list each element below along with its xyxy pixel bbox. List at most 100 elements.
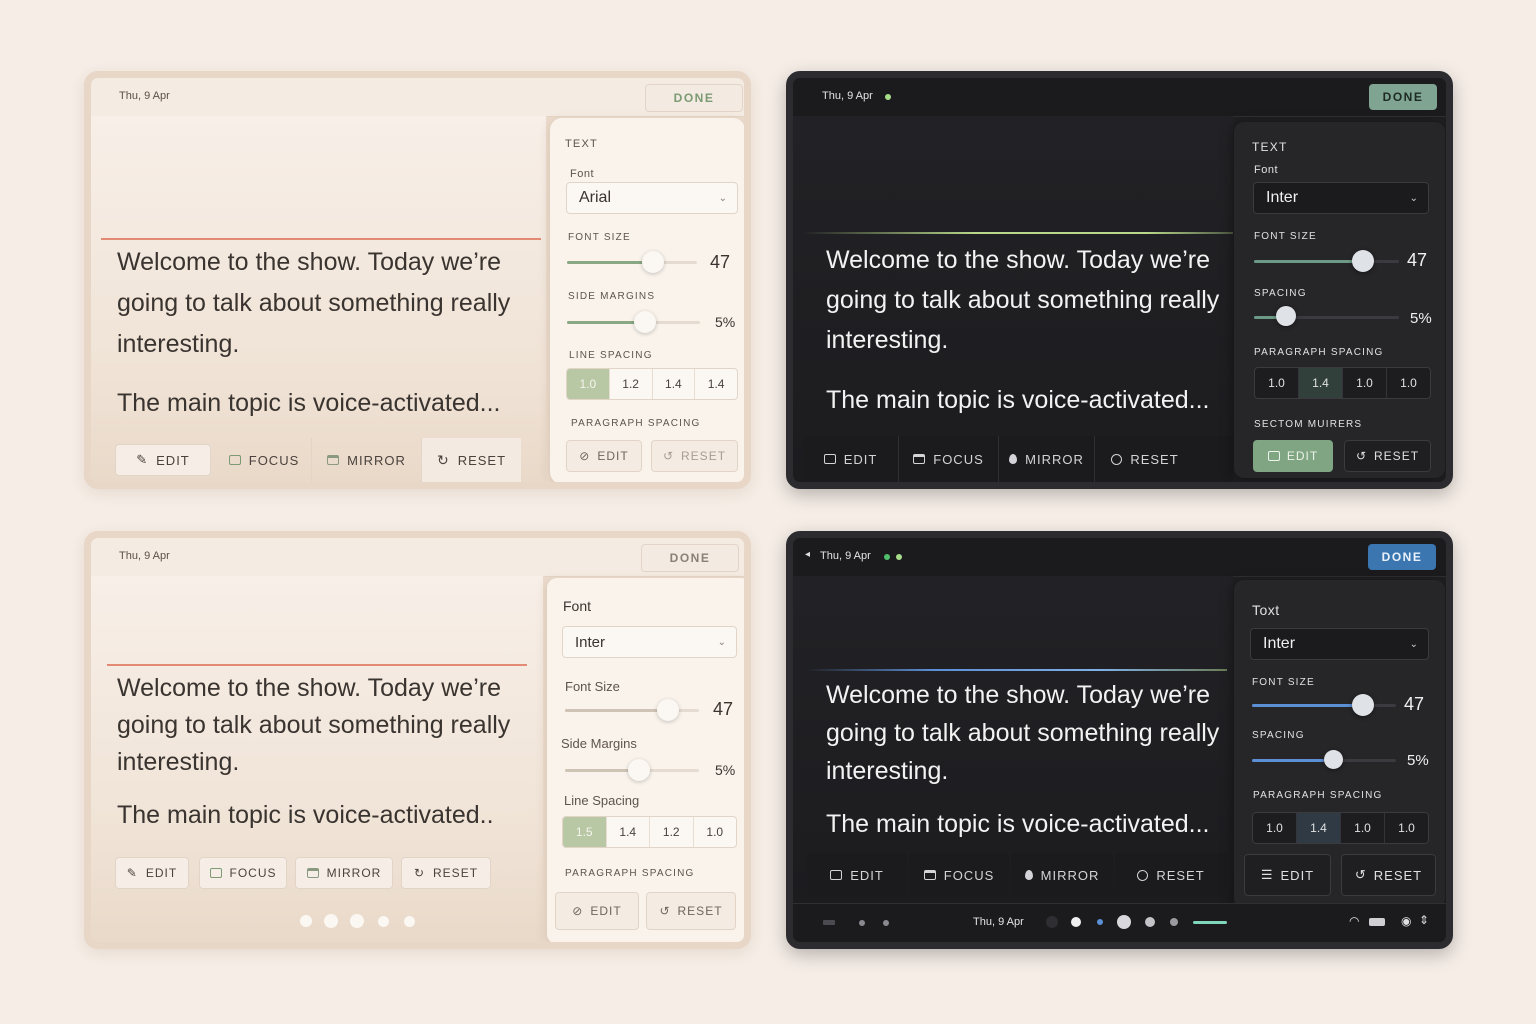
line-spacing-segmented[interactable]: 1.5 1.4 1.2 1.0 — [562, 816, 737, 848]
line-spacing-option[interactable]: 1.2 — [649, 817, 693, 847]
paragraph-spacing-label: PARAGRAPH SPACING — [571, 418, 701, 429]
paragraph-spacing-option[interactable]: 1.0 — [1253, 813, 1296, 843]
font-select[interactable]: Inter ⌄ — [1250, 628, 1429, 660]
line-spacing-option[interactable]: 1.4 — [651, 369, 695, 399]
page-dot[interactable] — [1117, 915, 1131, 929]
edit-button[interactable]: EDIT — [807, 853, 907, 897]
paragraph-spacing-option[interactable]: 1.0 — [1384, 813, 1428, 843]
top-bar: Thu, 9 Apr DONE — [793, 78, 1446, 117]
mirror-button[interactable]: MIRROR — [311, 438, 421, 482]
paragraph-spacing-option[interactable]: 1.4 — [1296, 813, 1340, 843]
paragraph-spacing-option[interactable]: 1.0 — [1386, 368, 1430, 398]
paragraph-spacing-option[interactable]: 1.0 — [1340, 813, 1384, 843]
done-button[interactable]: DONE — [1368, 544, 1436, 570]
line-spacing-option[interactable]: 1.0 — [567, 369, 609, 399]
more-icon[interactable]: ⇕ — [1419, 913, 1429, 927]
font-select[interactable]: Inter ⌄ — [562, 626, 737, 658]
page-dot[interactable] — [300, 915, 312, 927]
line-spacing-option[interactable]: 1.0 — [692, 817, 737, 847]
focus-button[interactable]: FOCUS — [217, 438, 311, 482]
panel-reset-button[interactable]: ↺ RESET — [1344, 440, 1431, 472]
script-stage: Welcome to the show. Today we’re going t… — [91, 116, 546, 482]
page-dot[interactable] — [883, 920, 889, 926]
page-dot[interactable] — [1071, 917, 1081, 927]
reset-label: RESET — [1156, 867, 1205, 883]
edit-button[interactable]: EDIT — [803, 436, 899, 482]
page-dot[interactable] — [1046, 916, 1058, 928]
teleprompter-panel-dark-2: ◂ Thu, 9 Apr DONE Welcome to the show. T… — [786, 531, 1453, 949]
font-size-label: Font Size — [565, 679, 620, 694]
panel-edit-button[interactable]: EDIT — [1253, 440, 1333, 472]
font-label: Font — [570, 168, 595, 180]
focus-button[interactable]: FOCUS — [899, 436, 999, 482]
panel-reset-button[interactable]: ↺ RESET — [1341, 854, 1436, 896]
reset-button[interactable]: RESET — [1095, 436, 1195, 482]
page-dot[interactable] — [378, 916, 389, 927]
edit-button[interactable]: ✎ EDIT — [115, 857, 189, 889]
paragraph-spacing-segmented[interactable]: 1.0 1.4 1.0 1.0 — [1254, 367, 1431, 399]
page-dot[interactable] — [1170, 918, 1178, 926]
mirror-button[interactable]: MIRROR — [295, 857, 393, 889]
font-select[interactable]: Arial ⌄ — [566, 182, 738, 214]
page-dot[interactable] — [404, 916, 415, 927]
panel-reset-button[interactable]: ↺ RESET — [646, 892, 736, 930]
page-dot[interactable] — [350, 914, 364, 928]
reset-button[interactable]: RESET — [1115, 853, 1227, 897]
page-dot[interactable] — [324, 914, 338, 928]
page-dot[interactable] — [1097, 919, 1103, 925]
line-spacing-option[interactable]: 1.4 — [605, 817, 650, 847]
panel-edit-button[interactable]: ⊘ EDIT — [555, 892, 639, 930]
font-size-slider-thumb[interactable] — [657, 699, 679, 721]
line-spacing-option[interactable]: 1.2 — [608, 369, 652, 399]
paragraph-spacing-option[interactable]: 1.4 — [1298, 368, 1342, 398]
chevron-down-icon: ⌄ — [1409, 193, 1418, 204]
mirror-icon — [1024, 870, 1033, 880]
page-dot[interactable] — [1145, 917, 1155, 927]
script-text: Welcome to the show. Today we’re going t… — [117, 670, 532, 834]
done-button[interactable]: DONE — [1369, 84, 1437, 110]
focus-button[interactable]: FOCUS — [199, 857, 287, 889]
panel-reset-button[interactable]: ↺ RESET — [651, 440, 738, 472]
date-label: Thu, 9 Apr — [820, 550, 871, 562]
top-bar: Thu, 9 Apr DONE — [91, 538, 744, 577]
line-spacing-option[interactable]: 1.4 — [694, 369, 737, 399]
bottom-toolbar: ✎ EDIT FOCUS MIRROR ↻ RESET — [101, 438, 541, 482]
font-size-slider-thumb[interactable] — [1352, 250, 1374, 272]
paragraph-spacing-segmented[interactable]: 1.0 1.4 1.0 1.0 — [1252, 812, 1429, 844]
script-paragraph-2: The main topic is voice-activated... — [826, 386, 1210, 414]
font-size-slider-thumb[interactable] — [642, 251, 664, 273]
panel-edit-button[interactable]: ☰ EDIT — [1244, 854, 1331, 896]
done-button[interactable]: DONE — [645, 84, 743, 112]
back-arrow-icon[interactable]: ◂ — [805, 549, 810, 560]
script-paragraph-1: Welcome to the show. Today we’re going t… — [826, 246, 1220, 354]
focus-button[interactable]: FOCUS — [909, 853, 1009, 897]
reset-button[interactable]: ↻ RESET — [421, 438, 521, 482]
text-settings-panel: Toxt Inter ⌄ FONT SIZE 47 SPACING 5% PAR… — [1234, 580, 1445, 908]
paragraph-spacing-option[interactable]: 1.0 — [1255, 368, 1298, 398]
done-button[interactable]: DONE — [641, 544, 739, 572]
reset-button[interactable]: ↻ RESET — [401, 857, 491, 889]
paragraph-spacing-option[interactable]: 1.0 — [1342, 368, 1386, 398]
panel-reset-label: RESET — [1374, 449, 1420, 463]
settings-icon[interactable]: ◉ — [1401, 914, 1411, 928]
line-spacing-segmented[interactable]: 1.0 1.2 1.4 1.4 — [566, 368, 738, 400]
side-margins-slider-thumb[interactable] — [634, 311, 656, 333]
spacing-slider-thumb[interactable] — [1276, 306, 1296, 326]
line-spacing-option[interactable]: 1.5 — [563, 817, 606, 847]
top-bar: Thu, 9 Apr DONE — [91, 78, 744, 117]
status-dot — [885, 94, 891, 100]
font-size-slider-thumb[interactable] — [1352, 694, 1374, 716]
font-size-value: 47 — [713, 699, 734, 719]
font-select[interactable]: Inter ⌄ — [1253, 182, 1429, 214]
edit-button[interactable]: ✎ EDIT — [115, 444, 211, 476]
font-label: Font — [563, 598, 592, 614]
page-dot[interactable] — [859, 920, 865, 926]
font-size-slider-fill — [1254, 260, 1358, 263]
panel-edit-label: EDIT — [1280, 867, 1315, 883]
font-size-label: FONT SIZE — [568, 232, 631, 243]
mirror-button[interactable]: MIRROR — [1011, 853, 1113, 897]
panel-edit-button[interactable]: ⊘ EDIT — [566, 440, 642, 472]
side-margins-slider-thumb[interactable] — [628, 759, 650, 781]
mirror-button[interactable]: MIRROR — [999, 436, 1095, 482]
spacing-slider-thumb[interactable] — [1324, 750, 1343, 769]
